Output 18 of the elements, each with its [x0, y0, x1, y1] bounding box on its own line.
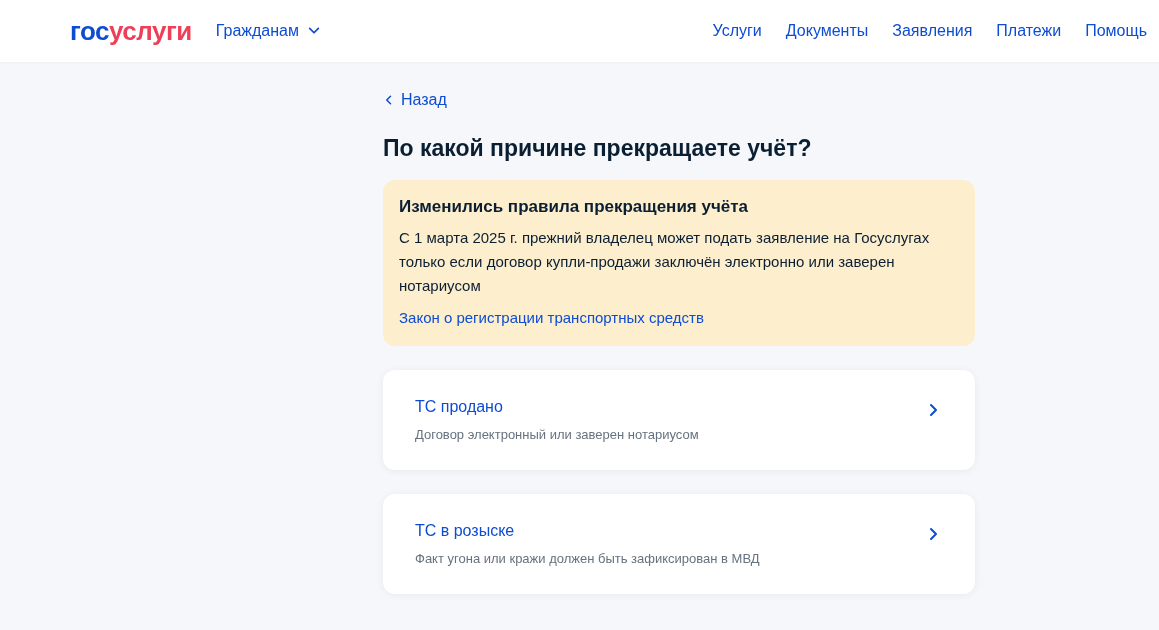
nav-link[interactable]: Заявления [892, 19, 973, 43]
nav-link[interactable]: Помощь [1085, 19, 1147, 43]
nav-link[interactable]: Платежи [996, 19, 1062, 43]
back-link[interactable]: Назад [383, 88, 447, 112]
nav-link[interactable]: Услуги [712, 19, 762, 43]
notice-text: С 1 марта 2025 г. прежний владелец может подать заявление на Госуслугах только если договор купли-продажи заключён электронно или заверен нотариусом [399, 228, 931, 296]
option-subtitle: Факт угона или кражи должен быть зафиксирован в МВД [415, 550, 761, 568]
law-link[interactable]: Закон о регистрации транспортных средств [399, 306, 704, 330]
option-card[interactable]: ТС в розыске Факт угона или кражи должен быть зафиксирован в МВД [383, 494, 975, 594]
option-title: ТС продано [415, 397, 504, 417]
page-title: По какой причине прекращаете учёт? [383, 134, 813, 163]
option-title: ТС в розыске [415, 521, 516, 541]
option-subtitle: Договор электронный или заверен нотариусом [415, 426, 700, 444]
option-card[interactable]: ТС продано Договор электронный или заверен нотариусом [383, 370, 975, 470]
logo[interactable]: госуслуги [70, 18, 192, 44]
notice-title: Изменились правила прекращения учёта [399, 196, 750, 218]
nav-link[interactable]: Документы [785, 19, 869, 43]
audience-dropdown[interactable]: Гражданам [215, 19, 321, 43]
